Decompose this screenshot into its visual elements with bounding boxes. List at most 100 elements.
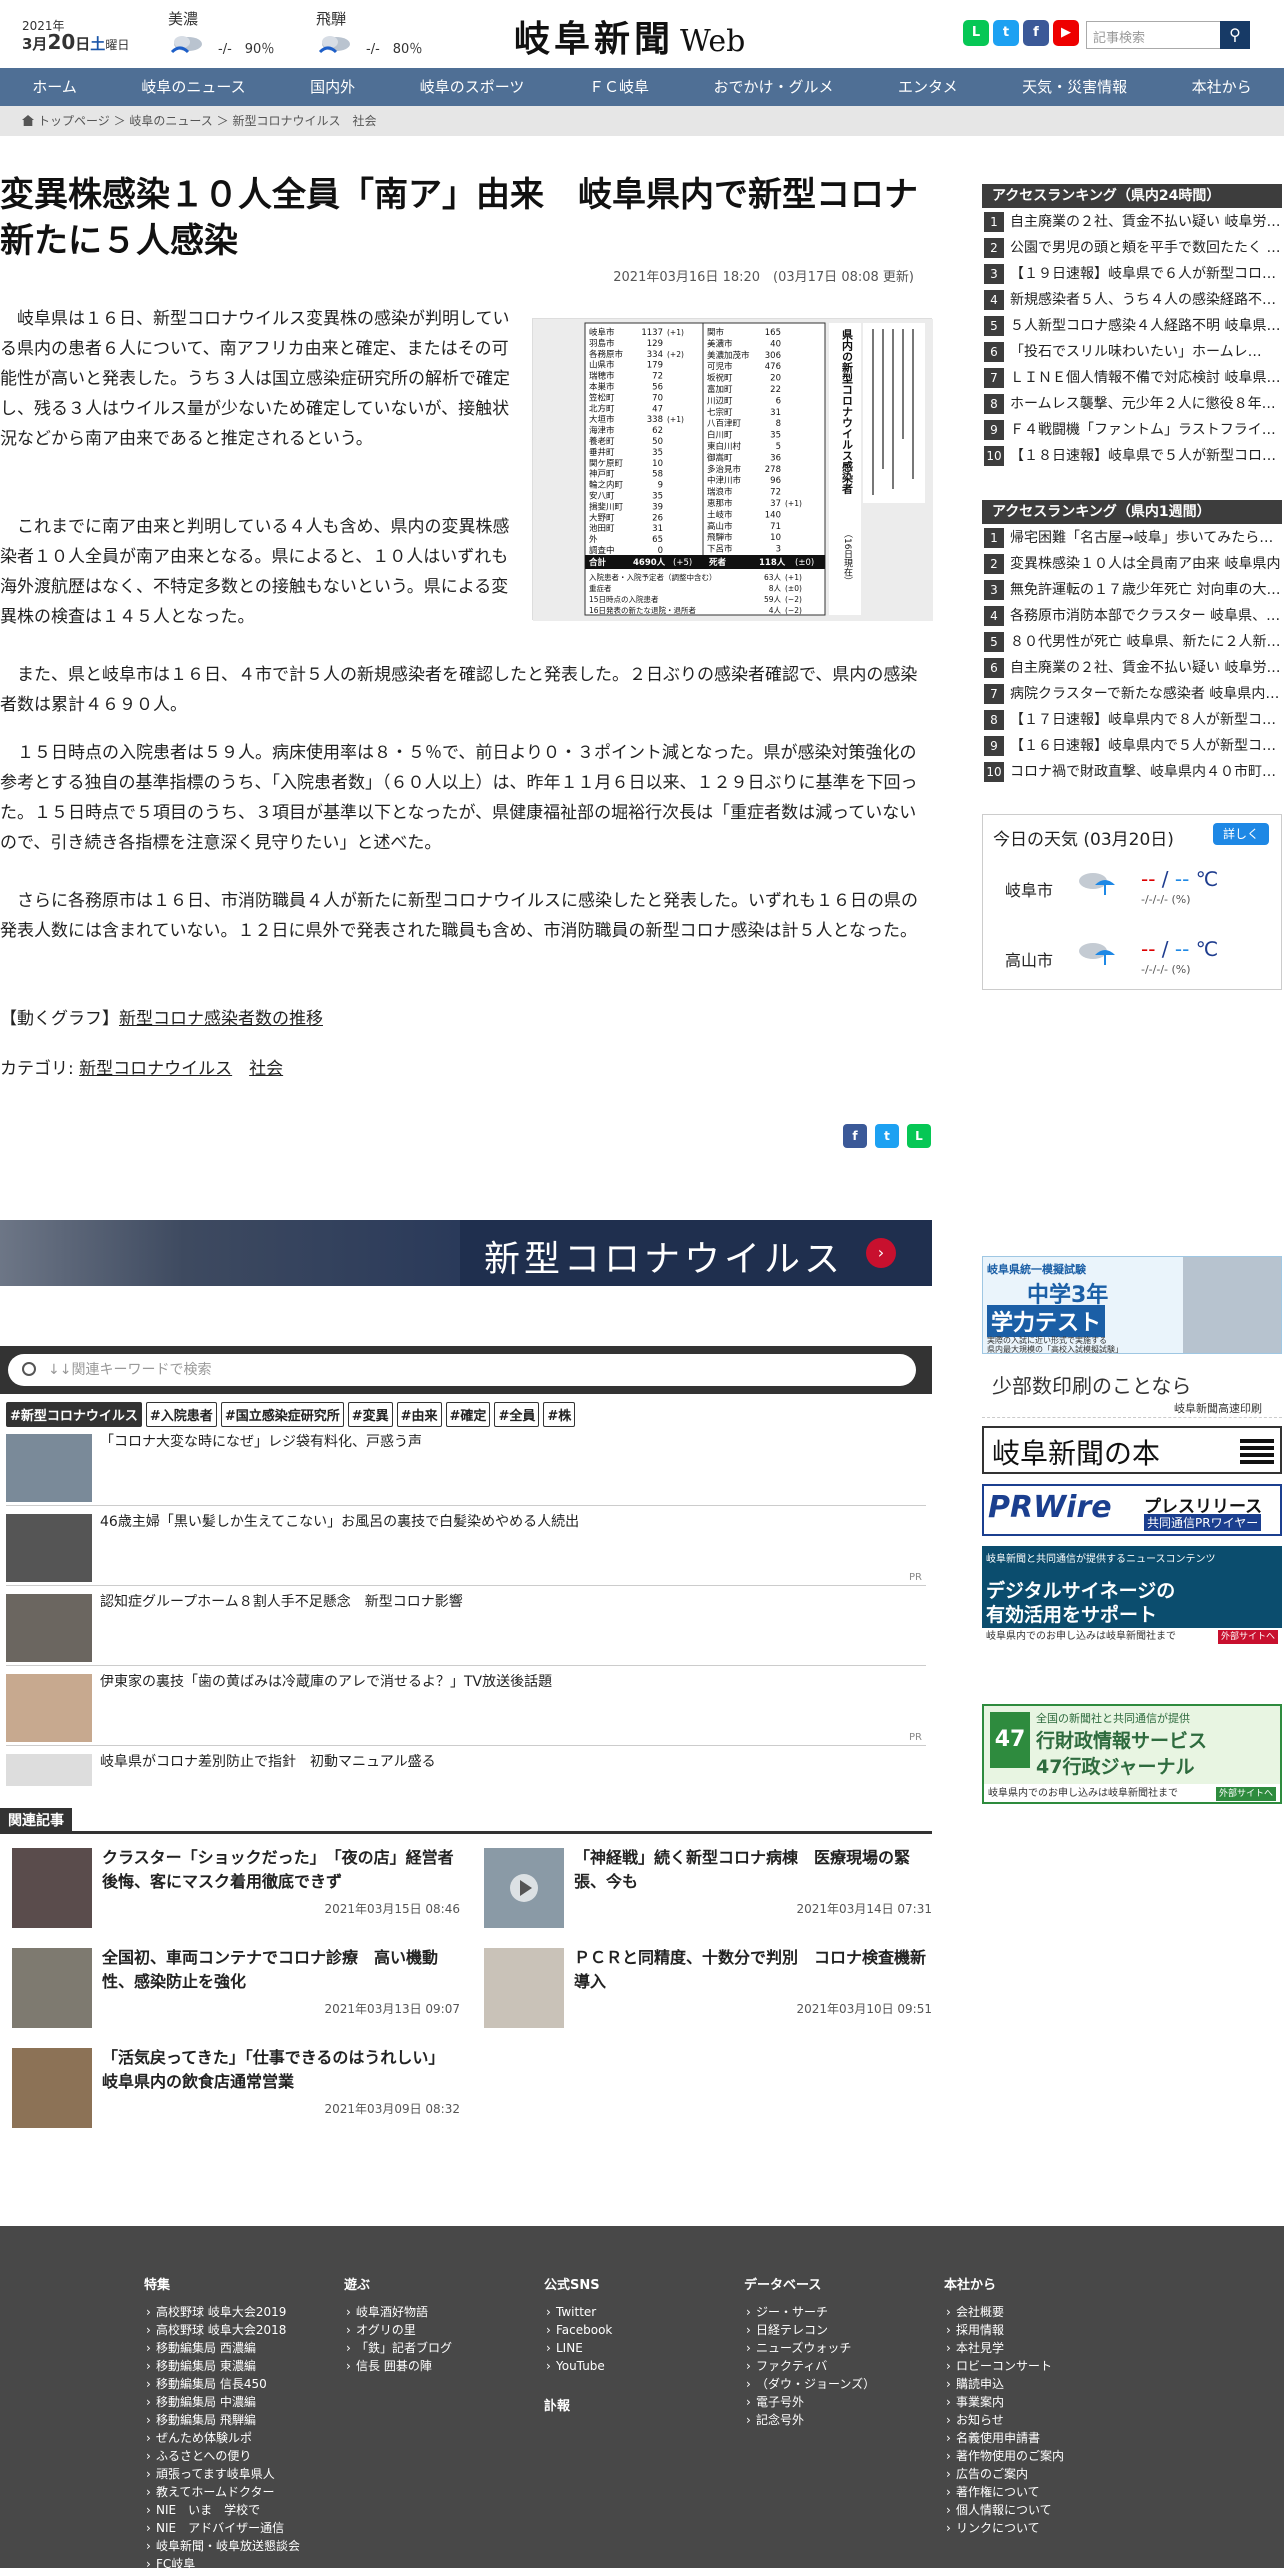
ranking-item[interactable]: 4 新規感染者５人、うち４人の感染経路不… xyxy=(982,288,1282,312)
footer-link[interactable]: 本社見学 xyxy=(944,2339,1064,2357)
footer-link[interactable]: FC岐阜 xyxy=(144,2555,300,2568)
footer-link[interactable]: NIE アドバイザー通信 xyxy=(144,2519,300,2537)
footer-link[interactable]: 移動編集局 飛騨編 xyxy=(144,2411,300,2429)
list-item[interactable]: 46歳主婦「黒い髪しか生えてこない」お風呂の裏技で白髪染めやめる人続出 PR xyxy=(6,1510,926,1586)
breadcrumb-top[interactable]: トップページ xyxy=(38,114,110,128)
weather-row-gifu[interactable]: 岐阜市 -- / -- ℃ -/-/-/- (%) xyxy=(983,863,1283,913)
breadcrumb-gifu-news[interactable]: 岐阜のニュース xyxy=(129,114,212,128)
ranking-item[interactable]: 2 公園で男児の頭と頬を平手で数回たたく … xyxy=(982,236,1282,260)
footer-link[interactable]: 広告のご案内 xyxy=(944,2465,1064,2483)
footer-link[interactable]: 採用情報 xyxy=(944,2321,1064,2339)
ad-digital-signage[interactable]: 岐阜新聞と共同通信が提供するニュースコンテンツ デジタルサイネージの 有効活用を… xyxy=(982,1546,1282,1646)
ranking-item[interactable]: 1 自主廃業の２社、賃金不払い疑い 岐阜労… xyxy=(982,210,1282,234)
footer-heading[interactable]: 訃報 xyxy=(544,2395,612,2414)
footer-link[interactable]: ニューズウォッチ xyxy=(744,2339,875,2357)
footer-link[interactable]: ぜんため体験ルポ xyxy=(144,2429,300,2447)
footer-link[interactable]: LINE xyxy=(544,2339,612,2357)
footer-link[interactable]: リンクについて xyxy=(944,2519,1064,2537)
tag-confirmed[interactable]: #確定 xyxy=(445,1402,491,1427)
nav-home[interactable]: ホーム xyxy=(0,68,109,106)
nav-outing-gourmet[interactable]: おでかけ・グルメ xyxy=(681,68,866,106)
ranking-item[interactable]: 5 ８０代男性が死亡 岐阜県、新たに２人新… xyxy=(982,630,1282,654)
breadcrumb-corona[interactable]: 新型コロナウイルス xyxy=(232,114,340,128)
share-facebook-icon[interactable]: f xyxy=(843,1124,867,1148)
footer-link[interactable]: 記念号外 xyxy=(744,2411,875,2429)
related-article[interactable]: クラスター「ショックだった」 「夜の店」経営者後悔、客にマスク着用徹底できず 20… xyxy=(0,1836,460,1934)
list-item[interactable]: 岐阜県がコロナ差別防止で指針 初動マニュアル盛る xyxy=(6,1750,926,1786)
nav-entertainment[interactable]: エンタメ xyxy=(866,68,990,106)
tag-origin[interactable]: #由来 xyxy=(396,1402,442,1427)
tag-variant[interactable]: #変異 xyxy=(347,1402,393,1427)
keyword-search-input[interactable]: ↓↓関連キーワードで検索 xyxy=(8,1354,916,1386)
footer-link[interactable]: 電子号外 xyxy=(744,2393,875,2411)
nav-domestic-intl[interactable]: 国内外 xyxy=(278,68,388,106)
ranking-item[interactable]: 3 【１９日速報】岐阜県で６人が新型コロ… xyxy=(982,262,1282,286)
share-line-icon[interactable]: L xyxy=(907,1124,931,1148)
related-article[interactable]: 「神経戦」続く新型コロナ病棟 医療現場の緊張、今も 2021年03月14日 07:… xyxy=(472,1836,932,1934)
weather-more-button[interactable]: 詳しく xyxy=(1213,823,1269,845)
related-article[interactable]: 「活気戻ってきた」「仕事できるのはうれしい」岐阜県内の飲食店通常営業 2021年0… xyxy=(0,2036,460,2134)
ad-mock-exam[interactable]: 岐阜県統一模擬試験 中学3年 学力テスト 実際の入試に近い形式で実施する 県内最… xyxy=(982,1256,1282,1354)
footer-link[interactable]: 高校野球 岐阜大会2018 xyxy=(144,2321,300,2339)
ranking-item[interactable]: 6 「投石でスリル味わいたい」ホームレ… xyxy=(982,340,1282,364)
ranking-item[interactable]: 7 病院クラスターで新たな感染者 岐阜県内… xyxy=(982,682,1282,706)
footer-link[interactable]: お知らせ xyxy=(944,2411,1064,2429)
tag-all[interactable]: #全員 xyxy=(494,1402,540,1427)
facebook-icon[interactable]: f xyxy=(1023,20,1049,46)
search-input[interactable]: 記事検索 xyxy=(1086,21,1222,49)
corona-banner[interactable]: 新型コロナウイルス › xyxy=(0,1220,932,1286)
youtube-icon[interactable]: ▶ xyxy=(1053,20,1079,46)
footer-link[interactable]: Facebook xyxy=(544,2321,612,2339)
footer-link[interactable]: NIE いま 学校で xyxy=(144,2501,300,2519)
footer-link[interactable]: 著作権について xyxy=(944,2483,1064,2501)
ranking-item[interactable]: 4 各務原市消防本部でクラスター 岐阜県、… xyxy=(982,604,1282,628)
footer-link[interactable]: 移動編集局 信長450 xyxy=(144,2375,300,2393)
footer-link[interactable]: 購読申込 xyxy=(944,2375,1064,2393)
footer-link[interactable]: 移動編集局 西濃編 xyxy=(144,2339,300,2357)
ranking-item[interactable]: 6 自主廃業の２社、賃金不払い疑い 岐阜労… xyxy=(982,656,1282,680)
ad-47-journal[interactable]: 47 全国の新聞社と共同通信が提供 行財政情報サービス 47行政ジャーナル 岐阜… xyxy=(982,1704,1282,1804)
footer-link[interactable]: 「鉄」記者ブログ xyxy=(344,2339,452,2357)
nav-weather-disaster[interactable]: 天気・災害情報 xyxy=(990,68,1160,106)
footer-link[interactable]: オグリの里 xyxy=(344,2321,452,2339)
footer-link[interactable]: Twitter xyxy=(544,2303,612,2321)
list-item[interactable]: 伊東家の裏技「歯の黄ばみは冷蔵庫のアレで消せるよ？」TV放送後話題 PR xyxy=(6,1670,926,1746)
tag-corona[interactable]: #新型コロナウイルス xyxy=(6,1402,142,1427)
footer-link[interactable]: 著作物使用のご案内 xyxy=(944,2447,1064,2465)
ranking-item[interactable]: 10 コロナ禍で財政直撃、岐阜県内４０市町… xyxy=(982,760,1282,784)
search-button[interactable]: ⚲ xyxy=(1220,21,1250,49)
line-icon[interactable]: L xyxy=(963,20,989,46)
ranking-item[interactable]: 10 【１８日速報】岐阜県で５人が新型コロ… xyxy=(982,444,1282,468)
related-article[interactable]: ＰＣＲと同精度、十数分で判別 コロナ検査機新導入 2021年03月10日 09:5… xyxy=(472,1936,932,2034)
footer-link[interactable]: 個人情報について xyxy=(944,2501,1064,2519)
footer-link[interactable]: （ダウ・ジョーンズ） xyxy=(744,2375,875,2393)
footer-link[interactable]: 事業案内 xyxy=(944,2393,1064,2411)
ranking-item[interactable]: 3 無免許運転の１７歳少年死亡 対向車の大… xyxy=(982,578,1282,602)
list-item[interactable]: 「コロナ大変な時になぜ」レジ袋有料化、戸惑う声 xyxy=(6,1430,926,1506)
footer-link[interactable]: 移動編集局 中濃編 xyxy=(144,2393,300,2411)
ranking-item[interactable]: 7 ＬＩＮＥ個人情報不備で対応検討 岐阜県… xyxy=(982,366,1282,390)
ad-prwire[interactable]: PRWire プレスリリース 共同通信PRワイヤー xyxy=(982,1484,1282,1536)
footer-link[interactable]: 信長 囲碁の陣 xyxy=(344,2357,452,2375)
footer-link[interactable]: ファクティバ xyxy=(744,2357,875,2375)
weather-mini-hida[interactable]: 飛騨 -/- 80％ xyxy=(316,8,466,58)
footer-link[interactable]: 頑張ってます岐阜県人 xyxy=(144,2465,300,2483)
footer-link[interactable]: 会社概要 xyxy=(944,2303,1064,2321)
ad-gifu-books[interactable]: 岐阜新聞の本 xyxy=(982,1426,1282,1474)
footer-link[interactable]: ロビーコンサート xyxy=(944,2357,1064,2375)
nav-from-company[interactable]: 本社から xyxy=(1159,68,1284,106)
footer-link[interactable]: 教えてホームドクター xyxy=(144,2483,300,2501)
ranking-item[interactable]: 5 ５人新型コロナ感染４人経路不明 岐阜県… xyxy=(982,314,1282,338)
twitter-icon[interactable]: t xyxy=(993,20,1019,46)
footer-link[interactable]: 移動編集局 東濃編 xyxy=(144,2357,300,2375)
ranking-item[interactable]: 9 Ｆ４戦闘機「ファントム」ラストフライ… xyxy=(982,418,1282,442)
infection-table-photo[interactable]: 岐阜市 1137 (+1) 羽島市 129 各務原市 334 (+2) 山県市 179 瑞穂市 72 本… xyxy=(532,318,933,621)
category-corona-link[interactable]: 新型コロナウイルス xyxy=(79,1059,232,1079)
related-article[interactable]: 全国初、車両コンテナでコロナ診療 高い機動性、感染防止を強化 2021年03月13… xyxy=(0,1936,460,2034)
footer-link[interactable]: 岐阜新聞・岐阜放送懇談会 xyxy=(144,2537,300,2555)
footer-link[interactable]: 岐阜酒好物語 xyxy=(344,2303,452,2321)
ranking-item[interactable]: 2 変異株感染１０人は全員南ア由来 岐阜県内… xyxy=(982,552,1282,576)
breadcrumb-society[interactable]: 社会 xyxy=(352,114,376,128)
ranking-item[interactable]: 8 【１７日速報】岐阜県内で８人が新型コ… xyxy=(982,708,1282,732)
footer-link[interactable]: YouTube xyxy=(544,2357,612,2375)
